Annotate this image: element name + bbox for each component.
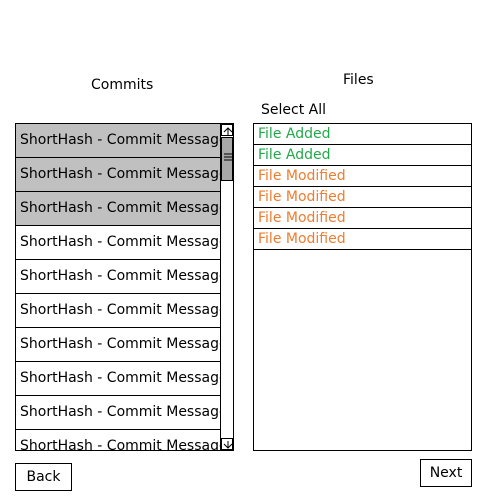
file-row[interactable]: File Modified [254,166,471,187]
commit-row[interactable]: ShortHash - Commit Message [16,260,221,294]
commit-list-scrollbar[interactable] [220,124,233,450]
commit-row[interactable]: ShortHash - Commit Message [16,226,221,260]
commit-row[interactable]: ShortHash - Commit Message [16,294,221,328]
commits-heading: Commits [91,77,154,93]
scroll-thumb[interactable] [221,137,233,181]
commit-row[interactable]: ShortHash - Commit Message [16,328,221,362]
files-heading: Files [343,72,374,88]
scroll-up-button[interactable] [221,124,233,136]
back-button[interactable]: Back [15,463,72,491]
next-button[interactable]: Next [420,459,472,487]
arrow-up-icon [223,127,233,135]
file-list: File Added File Added File Modified File Mo… [254,124,471,250]
file-row[interactable]: File Modified [254,187,471,208]
commit-row[interactable]: ShortHash - Commit Message [16,430,221,450]
file-row[interactable]: File Added [254,145,471,166]
commit-list: ShortHash - Commit Message ShortHash - Co… [16,124,221,450]
commit-row[interactable]: ShortHash - Commit Message [16,396,221,430]
arrow-down-icon [223,441,233,449]
file-row[interactable]: File Added [254,124,471,145]
commit-row[interactable]: ShortHash - Commit Message [16,158,221,192]
file-row[interactable]: File Modified [254,229,471,250]
grip-icon [224,153,232,161]
commit-list-panel: ShortHash - Commit Message ShortHash - Co… [15,123,234,451]
commit-row[interactable]: ShortHash - Commit Message [16,124,221,158]
commit-row[interactable]: ShortHash - Commit Message [16,192,221,226]
scroll-down-button[interactable] [221,438,233,450]
file-row[interactable]: File Modified [254,208,471,229]
file-list-panel: File Added File Added File Modified File Mo… [253,123,472,451]
commit-row[interactable]: ShortHash - Commit Message [16,362,221,396]
select-all-link[interactable]: Select All [261,102,326,118]
